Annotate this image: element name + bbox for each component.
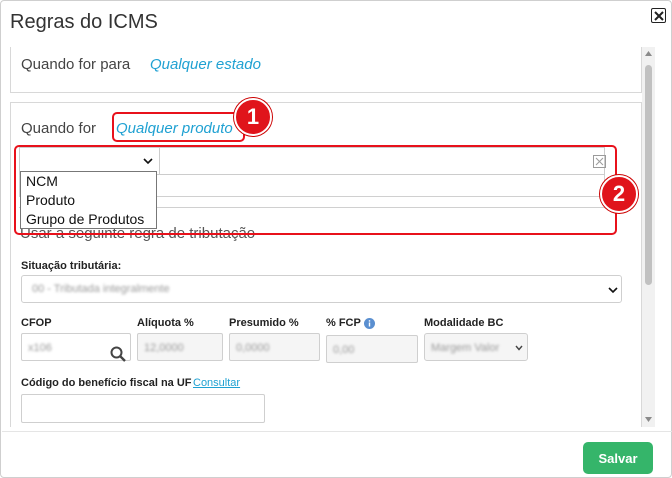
chevron-down-icon xyxy=(515,345,523,351)
cfop-value: x106 xyxy=(28,342,52,354)
destination-label: Quando for para xyxy=(21,56,131,73)
presumido-value: 0,0000 xyxy=(236,342,270,354)
save-button[interactable]: Salvar xyxy=(583,442,653,474)
footer-divider xyxy=(2,431,672,432)
destination-link[interactable]: Qualquer estado xyxy=(150,56,261,73)
beneficio-input[interactable] xyxy=(21,394,265,423)
fcp-input[interactable]: 0,00 xyxy=(326,335,418,363)
dropdown-option-grupo[interactable]: Grupo de Produtos xyxy=(21,210,156,229)
aliquota-value: 12,0000 xyxy=(144,342,184,354)
modalidade-value: Margem Valor xyxy=(431,342,500,354)
situation-select[interactable]: 00 - Tributada integralmente xyxy=(21,275,622,303)
chevron-down-icon xyxy=(608,287,618,294)
cfop-input[interactable]: x106 xyxy=(21,333,131,362)
scroll-thumb[interactable] xyxy=(645,65,652,285)
destination-panel: Quando for para Qualquer estado xyxy=(10,47,642,93)
dropdown-option-produto[interactable]: Produto xyxy=(21,191,156,210)
product-label: Quando for xyxy=(21,120,97,137)
annotation-badge-2: 2 xyxy=(600,175,638,213)
fcp-value: 0,00 xyxy=(333,344,355,356)
close-icon xyxy=(653,10,664,21)
highlight-product-link xyxy=(112,112,245,142)
scroll-up-icon[interactable] xyxy=(645,51,652,56)
modalidade-label: Modalidade BC xyxy=(424,317,504,329)
modalidade-select[interactable]: Margem Valor xyxy=(424,333,528,361)
info-icon[interactable] xyxy=(364,318,375,329)
dialog-title: Regras do ICMS xyxy=(10,11,158,33)
filter-type-dropdown: NCM Produto Grupo de Produtos xyxy=(20,171,157,229)
aliquota-label: Alíquota % xyxy=(137,317,194,329)
presumido-input[interactable]: 0,0000 xyxy=(229,333,320,361)
situation-value: 00 - Tributada integralmente xyxy=(32,283,170,295)
fcp-label: % FCP xyxy=(326,317,361,329)
aliquota-input[interactable]: 12,0000 xyxy=(137,333,223,361)
scroll-down-icon[interactable] xyxy=(645,417,652,422)
close-button[interactable] xyxy=(651,8,666,23)
dropdown-option-ncm[interactable]: NCM xyxy=(21,172,156,191)
situation-label: Situação tributária: xyxy=(21,260,122,272)
annotation-badge-1: 1 xyxy=(234,98,272,136)
dialog-scrollbar[interactable] xyxy=(642,47,655,427)
presumido-label: Presumido % xyxy=(229,317,299,329)
cfop-label: CFOP xyxy=(21,317,52,329)
icms-rules-dialog: Regras do ICMS Quando for para Qualquer … xyxy=(0,0,672,478)
consultar-link[interactable]: Consultar xyxy=(193,377,240,389)
search-icon[interactable] xyxy=(110,346,126,362)
beneficio-label: Código do benefício fiscal na UF xyxy=(21,377,192,389)
